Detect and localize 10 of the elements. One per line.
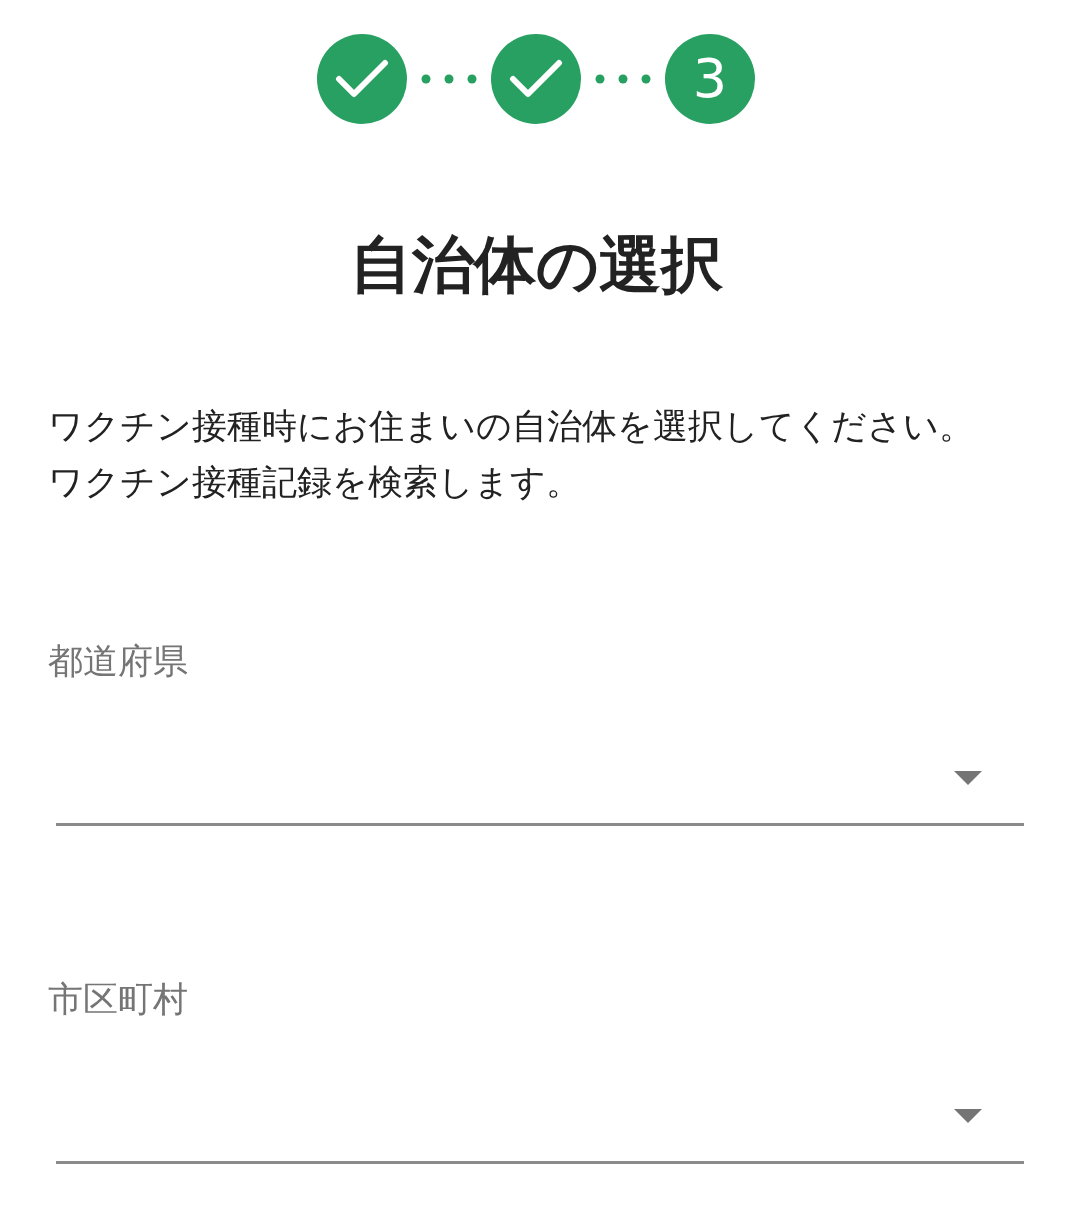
page-title: 自治体の選択 bbox=[348, 228, 724, 303]
description-text: ワクチン接種記録を検索します。 bbox=[48, 461, 582, 505]
field-label: 都道府県 bbox=[48, 640, 188, 684]
dotted-connector bbox=[421, 74, 477, 84]
field-label: 市区町村 bbox=[48, 978, 188, 1022]
dropdown-arrow-icon bbox=[954, 1109, 982, 1124]
dotted-connector bbox=[595, 74, 651, 84]
current-step: 3 bbox=[665, 34, 755, 124]
dropdown-arrow-icon bbox=[954, 771, 982, 786]
description-text: ワクチン接種時にお住まいの自治体を選択してください。 bbox=[48, 405, 975, 449]
